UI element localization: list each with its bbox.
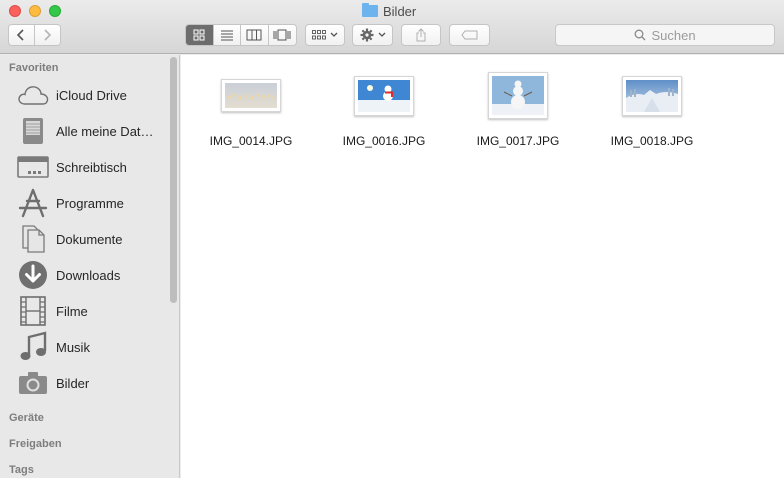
sidebar-item-label: Schreibtisch [56, 159, 127, 175]
downloads-icon [16, 259, 50, 291]
file-thumbnail [488, 72, 548, 119]
desktop-icon [16, 151, 50, 183]
view-mode-control [185, 24, 297, 46]
file-item[interactable]: IMG_0014.JPG [201, 72, 301, 152]
back-button[interactable] [9, 25, 35, 45]
tags-heading[interactable]: Tags [9, 464, 34, 476]
icon-view-icon [193, 29, 205, 41]
window-title-text: Bilder [383, 3, 417, 19]
share-icon [416, 28, 426, 42]
sidebar-item-applications[interactable]: Programme [0, 185, 170, 221]
movies-icon [16, 295, 50, 327]
sidebar-item-downloads[interactable]: Downloads [0, 257, 170, 293]
navigation-buttons [8, 24, 61, 46]
chevron-left-icon [17, 29, 24, 41]
shared-heading[interactable]: Freigaben [9, 438, 62, 450]
folder-icon [362, 3, 378, 17]
sidebar-item-label: Filme [56, 303, 88, 319]
file-browser: IMG_0014.JPG IMG_0016.JPG IMG_0017.JPG I… [181, 55, 784, 478]
file-name: IMG_0017.JPG [476, 134, 560, 148]
sidebar-item-label: Downloads [56, 267, 121, 283]
window-title: Bilder [362, 3, 416, 19]
sidebar-item-pictures[interactable]: Bilder [0, 365, 170, 401]
sidebar-scrollbar[interactable] [170, 57, 177, 303]
coverflow-view-button[interactable] [268, 25, 296, 45]
camera-icon [16, 367, 50, 399]
sidebar-item-label: Programme [56, 195, 124, 211]
fullscreen-window-button[interactable] [49, 5, 61, 17]
file-name: IMG_0014.JPG [209, 134, 293, 148]
file-item[interactable]: IMG_0016.JPG [334, 72, 434, 152]
music-icon [16, 331, 50, 363]
gear-icon [360, 28, 373, 42]
sidebar-item-label: Bilder [56, 375, 90, 391]
sidebar-item-label: Musik [56, 339, 90, 355]
file-name: IMG_0018.JPG [610, 134, 694, 148]
forward-button[interactable] [34, 25, 60, 45]
favorites-heading: Favoriten [9, 62, 59, 74]
arrange-grid-icon [312, 30, 326, 40]
sidebar-item-label: Alle meine Dat… [56, 123, 154, 139]
file-item[interactable]: IMG_0018.JPG [602, 72, 702, 152]
cloud-icon [16, 79, 50, 111]
window-toolbar: Bilder Suchen [0, 0, 784, 54]
tag-button[interactable] [449, 24, 490, 46]
chevron-down-icon [378, 32, 385, 37]
all-files-icon [16, 115, 50, 147]
sidebar: Favoriten iCloud Drive Alle meine Dat… S… [0, 55, 180, 478]
sidebar-item-movies[interactable]: Filme [0, 293, 170, 329]
share-button[interactable] [401, 24, 441, 46]
list-view-button[interactable] [213, 25, 241, 45]
tag-icon [460, 30, 477, 40]
minimize-window-button[interactable] [29, 5, 41, 17]
list-view-icon [220, 30, 233, 41]
file-thumbnail [622, 76, 682, 116]
action-button[interactable] [352, 24, 393, 46]
sidebar-item-icloud-drive[interactable]: iCloud Drive [0, 77, 170, 113]
column-view-button[interactable] [241, 25, 269, 45]
chevron-right-icon [44, 29, 52, 41]
documents-icon [16, 223, 50, 255]
arrange-button[interactable] [305, 24, 345, 46]
chevron-down-icon [330, 32, 338, 37]
sidebar-item-label: iCloud Drive [56, 87, 127, 103]
search-placeholder: Suchen [651, 27, 696, 43]
column-view-icon [246, 29, 262, 41]
coverflow-view-icon [273, 29, 291, 41]
search-icon [635, 29, 646, 41]
applications-icon [16, 187, 50, 219]
sidebar-item-all-my-files[interactable]: Alle meine Dat… [0, 113, 170, 149]
icon-view-button[interactable] [186, 25, 214, 45]
sidebar-item-desktop[interactable]: Schreibtisch [0, 149, 170, 185]
file-item[interactable]: IMG_0017.JPG [468, 72, 568, 152]
file-thumbnail [354, 76, 414, 116]
search-field[interactable]: Suchen [555, 24, 775, 46]
close-window-button[interactable] [9, 5, 21, 17]
file-thumbnail [221, 79, 281, 112]
sidebar-item-music[interactable]: Musik [0, 329, 170, 365]
devices-heading[interactable]: Geräte [9, 412, 44, 424]
sidebar-item-documents[interactable]: Dokumente [0, 221, 170, 257]
file-name: IMG_0016.JPG [342, 134, 426, 148]
sidebar-item-label: Dokumente [56, 231, 123, 247]
